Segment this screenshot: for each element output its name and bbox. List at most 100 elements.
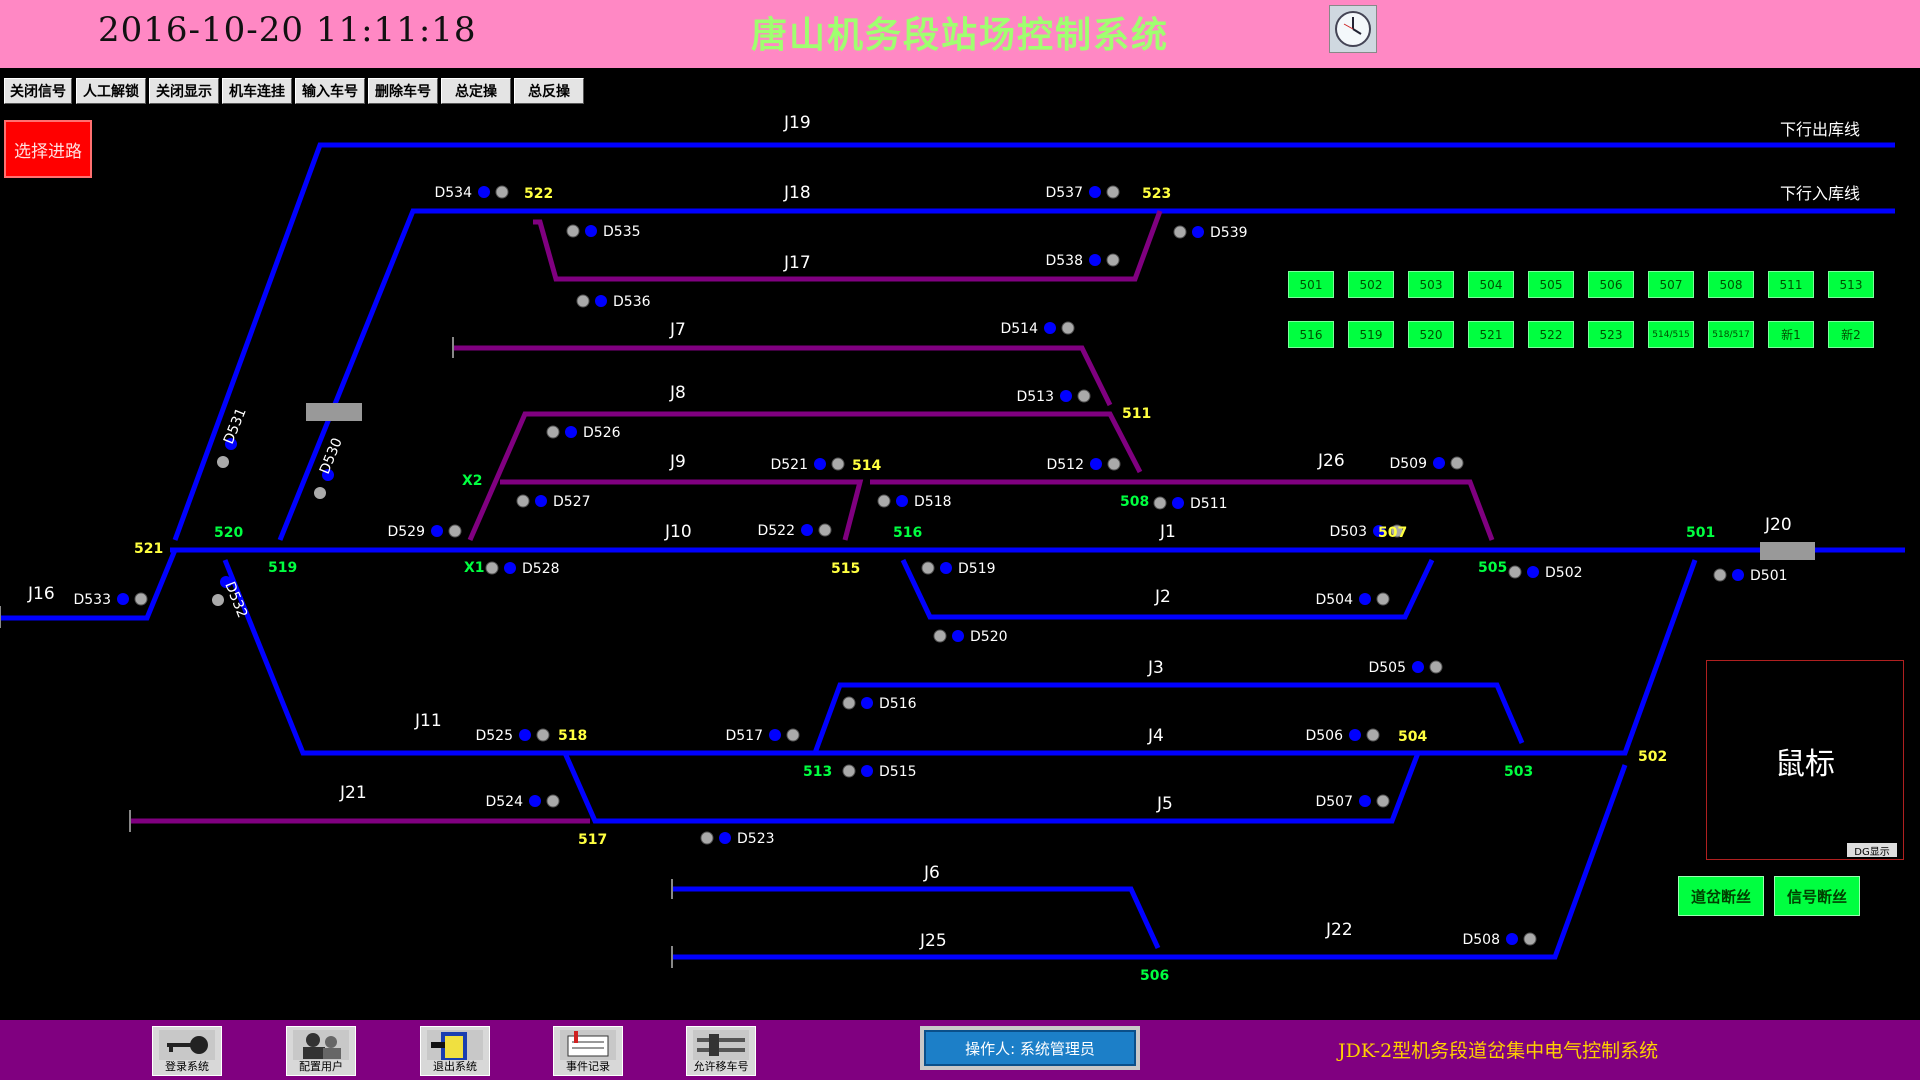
signal-d511[interactable]: D511: [1153, 496, 1228, 512]
signal-d520[interactable]: D520: [933, 629, 1008, 645]
switch-number[interactable]: 505: [1478, 560, 1507, 576]
operator-display[interactable]: 操作人: 系统管理员: [920, 1026, 1140, 1070]
switch-number[interactable]: 503: [1504, 764, 1533, 780]
switch-button-503[interactable]: 503: [1408, 271, 1454, 298]
switch-fault-button[interactable]: 道岔断丝: [1678, 876, 1764, 916]
switch-number[interactable]: 520: [214, 525, 243, 541]
signal-d532[interactable]: D532: [212, 576, 250, 620]
exit-button[interactable]: 退出系统: [420, 1026, 490, 1076]
switch-button-516[interactable]: 516: [1288, 321, 1334, 348]
switch-number[interactable]: 515: [831, 561, 860, 577]
switch-number[interactable]: 507: [1378, 525, 1407, 541]
login-button[interactable]: 登录系统: [152, 1026, 222, 1076]
signal-d535[interactable]: D535: [566, 224, 641, 240]
signal-d533[interactable]: D533: [73, 592, 148, 608]
track-occupied-block: [1760, 542, 1815, 560]
signal-d505[interactable]: D505: [1368, 660, 1443, 676]
switch-number[interactable]: 517: [578, 832, 607, 848]
signal-d518[interactable]: D518: [877, 494, 952, 510]
signal-lamp: [1523, 932, 1537, 946]
signal-label: D515: [879, 764, 917, 780]
signal-d529[interactable]: D529: [387, 524, 462, 540]
signal-label: D522: [757, 523, 795, 539]
signal-d522[interactable]: D522: [757, 523, 832, 539]
signal-d539[interactable]: D539: [1173, 225, 1248, 241]
switch-number[interactable]: 508: [1120, 494, 1149, 510]
mouse-box[interactable]: 鼠标 DG显示: [1706, 660, 1904, 860]
switch-number[interactable]: X1: [464, 560, 485, 576]
signal-d527[interactable]: D527: [516, 494, 591, 510]
switch-button-513[interactable]: 513: [1828, 271, 1874, 298]
signal-d514[interactable]: D514: [1000, 321, 1075, 337]
signal-label: D538: [1045, 253, 1083, 269]
signal-d504[interactable]: D504: [1315, 592, 1390, 608]
switch-button-新1[interactable]: 新1: [1768, 321, 1814, 348]
switch-button-519[interactable]: 519: [1348, 321, 1394, 348]
signal-d528[interactable]: D528: [485, 561, 560, 577]
config-user-button[interactable]: 配置用户: [286, 1026, 356, 1076]
signal-label: D508: [1462, 932, 1500, 948]
switch-number[interactable]: 514: [852, 458, 881, 474]
switch-button-501[interactable]: 501: [1288, 271, 1334, 298]
signal-d509[interactable]: D509: [1389, 456, 1464, 472]
allow-move-car-button[interactable]: 允许移车号: [686, 1026, 756, 1076]
signal-lamp: [529, 795, 541, 807]
switch-number[interactable]: 523: [1142, 186, 1171, 202]
signal-d526[interactable]: D526: [546, 425, 621, 441]
switch-number[interactable]: 502: [1638, 749, 1667, 765]
signal-d519[interactable]: D519: [921, 561, 996, 577]
switch-button-507[interactable]: 507: [1648, 271, 1694, 298]
signal-d508[interactable]: D508: [1462, 932, 1537, 948]
switch-number[interactable]: 501: [1686, 525, 1715, 541]
signal-lamp: [952, 630, 964, 642]
signal-d513[interactable]: D513: [1016, 389, 1091, 405]
switch-number[interactable]: X2: [462, 473, 483, 489]
event-log-button[interactable]: 事件记录: [553, 1026, 623, 1076]
signal-d517[interactable]: D517: [725, 728, 800, 744]
switch-button-502[interactable]: 502: [1348, 271, 1394, 298]
switch-button-504[interactable]: 504: [1468, 271, 1514, 298]
signal-d521[interactable]: D521: [770, 457, 845, 473]
switch-button-521[interactable]: 521: [1468, 321, 1514, 348]
signal-d523[interactable]: D523: [700, 831, 775, 847]
switch-number[interactable]: 506: [1140, 968, 1169, 984]
switch-button-505[interactable]: 505: [1528, 271, 1574, 298]
switch-number[interactable]: 522: [524, 186, 553, 202]
signal-lamp: [1732, 569, 1744, 581]
signal-d516[interactable]: D516: [842, 696, 917, 712]
signal-d524[interactable]: D524: [485, 794, 560, 810]
switch-number[interactable]: 516: [893, 525, 922, 541]
switch-button-新2[interactable]: 新2: [1828, 321, 1874, 348]
signal-d515[interactable]: D515: [842, 764, 917, 780]
switch-number[interactable]: 518: [558, 728, 587, 744]
signal-fault-button[interactable]: 信号断丝: [1774, 876, 1860, 916]
signal-d525[interactable]: D525: [475, 728, 550, 744]
switch-number[interactable]: 521: [134, 541, 163, 557]
signal-d537[interactable]: D537: [1045, 185, 1120, 201]
signal-d538[interactable]: D538: [1045, 253, 1120, 269]
signal-d501[interactable]: D501: [1713, 568, 1788, 584]
signal-label: D529: [387, 524, 425, 540]
switch-button-506[interactable]: 506: [1588, 271, 1634, 298]
switch-button-508[interactable]: 508: [1708, 271, 1754, 298]
signal-d502[interactable]: D502: [1508, 565, 1583, 581]
switch-button-511[interactable]: 511: [1768, 271, 1814, 298]
switch-number[interactable]: 513: [803, 764, 832, 780]
signal-d534[interactable]: D534: [434, 185, 509, 201]
signal-label: D539: [1210, 225, 1248, 241]
dg-display-button[interactable]: DG显示: [1847, 843, 1897, 858]
switch-button-522[interactable]: 522: [1528, 321, 1574, 348]
switch-number[interactable]: 504: [1398, 729, 1427, 745]
switch-button-514/515[interactable]: 514/515: [1648, 321, 1694, 348]
signal-d512[interactable]: D512: [1046, 457, 1121, 473]
track-j7: [453, 345, 1113, 407]
switch-number[interactable]: 519: [268, 560, 297, 576]
signal-lamp: [546, 794, 560, 808]
switch-button-523[interactable]: 523: [1588, 321, 1634, 348]
switch-number[interactable]: 511: [1122, 406, 1151, 422]
signal-d507[interactable]: D507: [1315, 794, 1390, 810]
switch-button-518/517[interactable]: 518/517: [1708, 321, 1754, 348]
signal-d506[interactable]: D506: [1305, 728, 1380, 744]
signal-d536[interactable]: D536: [576, 294, 651, 310]
switch-button-520[interactable]: 520: [1408, 321, 1454, 348]
